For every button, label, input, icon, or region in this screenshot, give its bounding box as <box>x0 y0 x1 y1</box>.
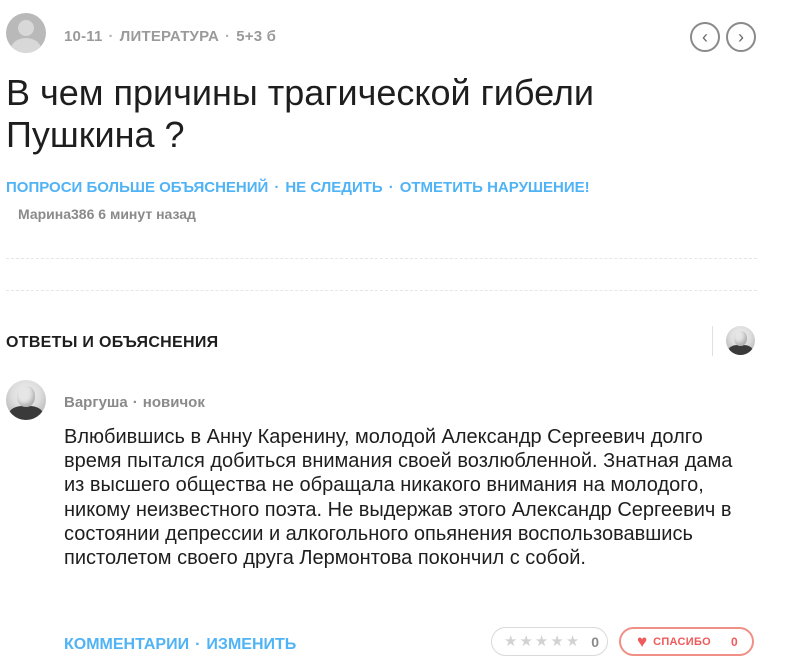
divider <box>6 258 757 259</box>
star-icon[interactable]: ★ <box>519 634 532 649</box>
unfollow-link[interactable]: НЕ СЛЕДИТЬ <box>285 179 382 196</box>
points-label: 5+3 б <box>236 28 277 45</box>
chevron-left-icon: ‹ <box>702 27 708 47</box>
avatar-body-shape <box>9 406 43 420</box>
actions-separator: · <box>388 179 394 196</box>
star-icon[interactable]: ★ <box>504 634 517 649</box>
chevron-right-icon: › <box>738 27 744 47</box>
subject-label[interactable]: ЛИТЕРАТУРА <box>120 28 219 45</box>
actions-separator: · <box>274 179 280 196</box>
answer-author-avatar[interactable] <box>6 380 46 420</box>
next-question-button[interactable]: › <box>726 22 756 52</box>
edit-link[interactable]: ИЗМЕНИТЬ <box>206 636 296 654</box>
question-author-avatar[interactable] <box>6 13 46 53</box>
footer-separator: · <box>195 636 201 653</box>
meta-separator: · <box>132 394 138 411</box>
question-actions: ПОПРОСИ БОЛЬШЕ ОБЪЯСНЕНИЙ · НЕ СЛЕДИТЬ ·… <box>6 179 590 196</box>
answer-author-name[interactable]: Варгуша <box>64 394 128 411</box>
divider <box>6 290 757 291</box>
meta-separator: · <box>225 28 231 45</box>
rating-widget: ★ ★ ★ ★ ★ 0 <box>491 627 608 656</box>
question-author-name[interactable]: Марина386 <box>18 206 94 222</box>
heart-icon: ♥ <box>637 632 648 651</box>
answer-author-rank: новичок <box>142 394 205 411</box>
question-navigation: ‹ › <box>690 22 756 52</box>
answer-meta: Варгуша · новичок <box>64 394 205 411</box>
current-user-avatar[interactable] <box>726 326 755 355</box>
star-icon[interactable]: ★ <box>535 634 548 649</box>
answer-footer-links: КОММЕНТАРИИ · ИЗМЕНИТЬ <box>64 636 296 654</box>
question-title: В чем причины трагической гибели Пушкина… <box>6 72 595 155</box>
avatar-body-shape <box>728 345 753 355</box>
prev-question-button[interactable]: ‹ <box>690 22 720 52</box>
avatar-face-shape <box>734 330 747 346</box>
answers-section-title: ОТВЕТЫ И ОБЪЯСНЕНИЯ <box>6 334 219 351</box>
report-link[interactable]: ОТМЕТИТЬ НАРУШЕНИЕ! <box>400 179 590 196</box>
divider <box>712 326 713 356</box>
star-icon[interactable]: ★ <box>566 634 579 649</box>
question-time: 6 минут назад <box>98 206 196 222</box>
ask-more-link[interactable]: ПОПРОСИ БОЛЬШЕ ОБЪЯСНЕНИЙ <box>6 179 268 196</box>
avatar-face-shape <box>17 386 35 408</box>
meta-separator: · <box>108 28 114 45</box>
question-author-line: Марина386 6 минут назад <box>18 206 196 222</box>
star-icon[interactable]: ★ <box>550 634 563 649</box>
thanks-count: 0 <box>731 634 738 649</box>
question-meta: 10-11 · ЛИТЕРАТУРА · 5+3 б <box>64 28 276 45</box>
thanks-button[interactable]: ♥ СПАСИБО 0 <box>619 627 754 656</box>
grade-label[interactable]: 10-11 <box>64 28 103 45</box>
thanks-label: СПАСИБО <box>653 635 712 648</box>
rating-count: 0 <box>591 633 600 650</box>
comments-link[interactable]: КОММЕНТАРИИ <box>64 636 189 654</box>
answer-text: Влюбившись в Анну Каренину, молодой Алек… <box>64 426 733 570</box>
